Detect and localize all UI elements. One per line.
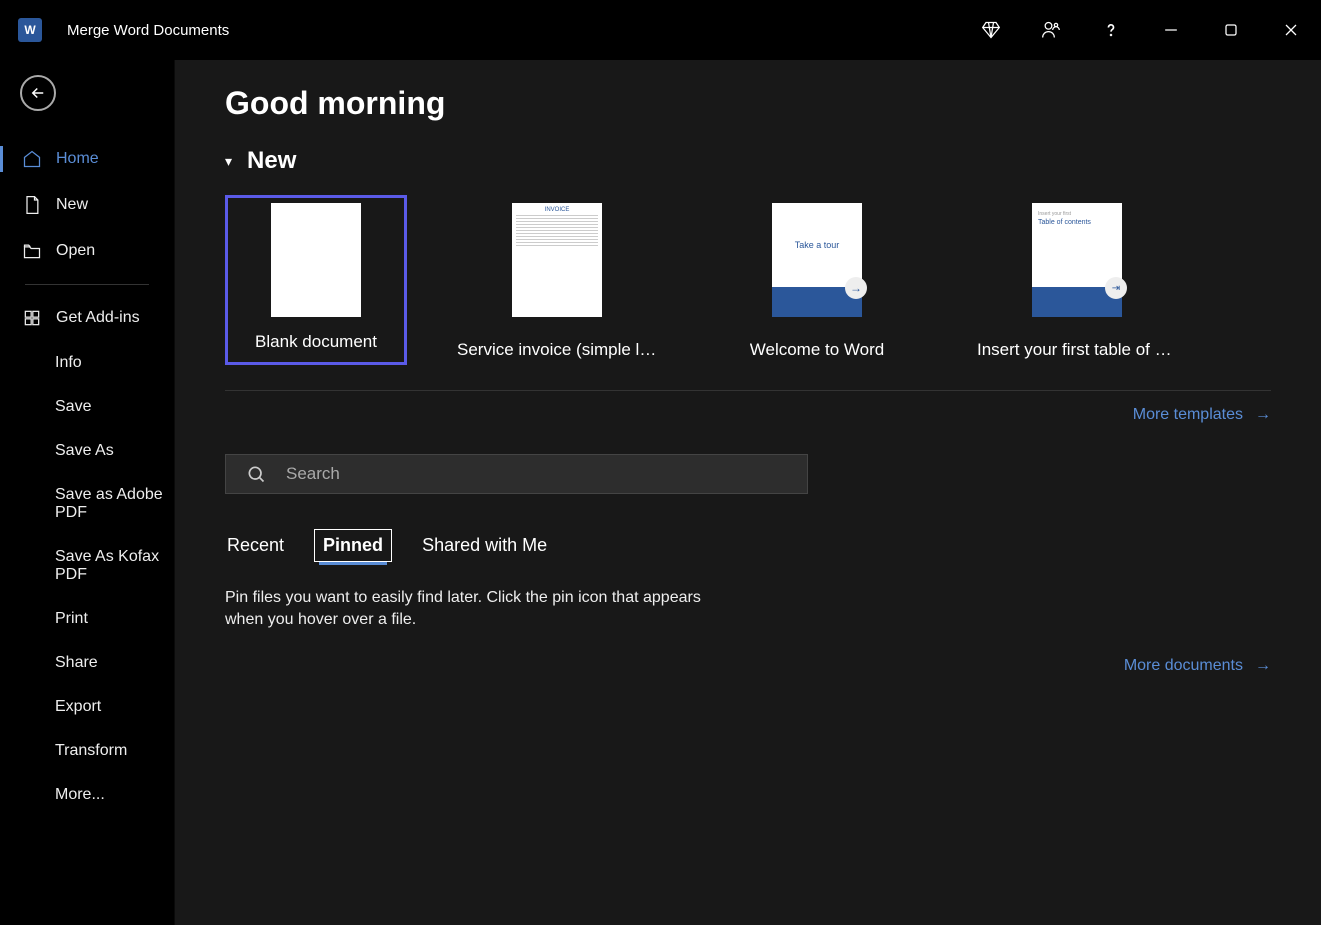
help-icon[interactable] <box>1081 0 1141 60</box>
sidebar-item-more[interactable]: More... <box>0 773 174 817</box>
tab-shared-with-me[interactable]: Shared with Me <box>420 529 549 562</box>
sidebar-item-label: Home <box>56 150 99 168</box>
file-icon <box>22 195 42 215</box>
home-icon <box>22 149 42 169</box>
titlebar: W Merge Word Documents <box>0 0 1321 60</box>
arrow-right-icon: → <box>845 277 867 299</box>
template-label: Welcome to Word <box>750 340 884 360</box>
arrow-icon: ⇥ <box>1105 277 1127 299</box>
account-area <box>761 12 951 48</box>
sidebar-item-save-adobe-pdf[interactable]: Save as Adobe PDF <box>0 473 174 535</box>
chevron-down-icon: ▾ <box>225 153 232 170</box>
toc-thumb: Insert your firstTable of contents ⇥ <box>1032 203 1122 317</box>
close-button[interactable] <box>1261 0 1321 60</box>
template-label: Insert your first table of con… <box>977 340 1177 360</box>
section-title: New <box>247 147 296 175</box>
sidebar-item-print[interactable]: Print <box>0 597 174 641</box>
sidebar-item-label: Get Add-ins <box>56 309 140 327</box>
tab-pinned[interactable]: Pinned <box>314 529 392 562</box>
arrow-right-icon: → <box>1255 406 1271 424</box>
templates-row: Blank document INVOICE Service invoice (… <box>225 195 1271 391</box>
invoice-thumb: INVOICE <box>512 203 602 317</box>
sidebar-item-save-as[interactable]: Save As <box>0 429 174 473</box>
search-icon <box>246 464 266 484</box>
sidebar-item-share[interactable]: Share <box>0 641 174 685</box>
sidebar-item-get-addins[interactable]: Get Add-ins <box>0 295 174 341</box>
arrow-right-icon: → <box>1255 657 1271 675</box>
template-label: Service invoice (simple line… <box>457 340 657 360</box>
word-app-icon: W <box>18 18 42 42</box>
sidebar-item-export[interactable]: Export <box>0 685 174 729</box>
sidebar-item-new[interactable]: New <box>0 182 174 228</box>
document-title: Merge Word Documents <box>67 22 761 39</box>
welcome-thumb: Take a tour → <box>772 203 862 317</box>
more-documents-link[interactable]: More documents → <box>225 657 1271 675</box>
sidebar-item-save[interactable]: Save <box>0 385 174 429</box>
template-blank-document[interactable]: Blank document <box>225 195 407 365</box>
search-box[interactable] <box>225 454 808 494</box>
sidebar-item-save-kofax-pdf[interactable]: Save As Kofax PDF <box>0 535 174 597</box>
template-table-of-contents[interactable]: Insert your firstTable of contents ⇥ Ins… <box>967 195 1187 365</box>
account-icon[interactable] <box>1021 0 1081 60</box>
greeting-heading: Good morning <box>225 85 1271 122</box>
blank-page-thumb <box>271 203 361 317</box>
new-section-toggle[interactable]: ▾ New <box>225 147 1271 175</box>
search-input[interactable] <box>286 464 787 484</box>
pinned-empty-message: Pin files you want to easily find later.… <box>225 587 715 632</box>
sidebar-item-transform[interactable]: Transform <box>0 729 174 773</box>
sidebar-item-label: Open <box>56 242 95 260</box>
sidebar-item-label: New <box>56 196 88 214</box>
tab-recent[interactable]: Recent <box>225 529 286 562</box>
sidebar-item-open[interactable]: Open <box>0 228 174 274</box>
template-welcome-to-word[interactable]: Take a tour → Welcome to Word <box>707 195 927 365</box>
template-service-invoice[interactable]: INVOICE Service invoice (simple line… <box>447 195 667 365</box>
more-templates-link[interactable]: More templates → <box>225 406 1271 424</box>
sidebar-divider <box>25 284 149 285</box>
sidebar-item-info[interactable]: Info <box>0 341 174 385</box>
sidebar-item-home[interactable]: Home <box>0 136 174 182</box>
minimize-button[interactable] <box>1141 0 1201 60</box>
premium-icon[interactable] <box>961 0 1021 60</box>
grid-icon <box>22 308 42 328</box>
sidebar: Home New Open Get Add-ins Info Save Save… <box>0 60 175 925</box>
back-button[interactable] <box>20 75 56 111</box>
template-label: Blank document <box>255 332 377 352</box>
document-tabs: Recent Pinned Shared with Me <box>225 529 1271 562</box>
content-area: Good morning ▾ New Blank document INVOIC… <box>175 60 1321 925</box>
folder-icon <box>22 241 42 261</box>
maximize-button[interactable] <box>1201 0 1261 60</box>
